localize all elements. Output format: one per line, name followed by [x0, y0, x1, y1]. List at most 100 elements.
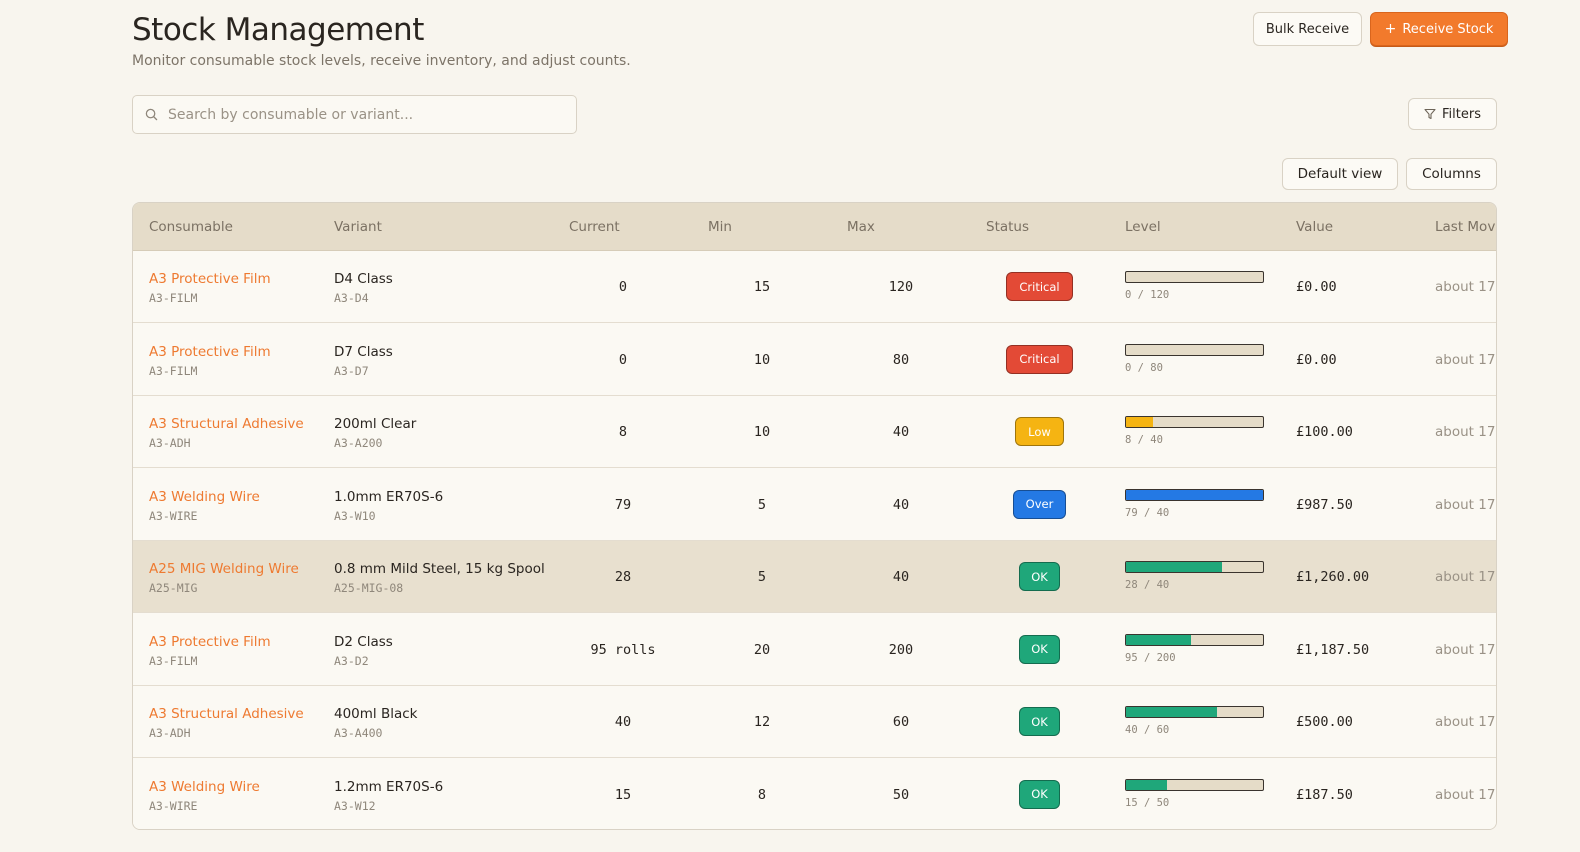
table-row[interactable]: A3 Protective Film A3-FILM D2 Class A3-D2 95…	[133, 613, 1496, 686]
max-count: 200	[888, 641, 914, 658]
min-count: 8	[757, 786, 767, 803]
stock-value: £100.00	[1296, 424, 1353, 440]
consumable-link[interactable]: A3 Protective Film	[149, 271, 271, 287]
variant-code: A3-D2	[334, 653, 369, 668]
column-header-min[interactable]: Min	[708, 219, 732, 235]
consumable-code: A3-FILM	[149, 291, 198, 305]
plus-icon: +	[1384, 21, 1397, 37]
stock-value: £500.00	[1296, 714, 1353, 730]
table-row[interactable]: A3 Welding Wire A3-WIRE 1.2mm ER70S-6 A3-W1…	[133, 758, 1496, 829]
column-header-level[interactable]: Level	[1125, 219, 1161, 235]
current-count: 0	[618, 351, 628, 368]
column-header-value[interactable]: Value	[1296, 219, 1333, 235]
variant-name: D7 Class	[334, 343, 393, 360]
consumable-code: A3-ADH	[149, 726, 191, 740]
level-bar-fill	[1126, 489, 1263, 500]
max-count: 50	[892, 786, 910, 803]
level-bar-fill	[1126, 417, 1154, 427]
variant-code: A3-W12	[334, 798, 376, 813]
table-row[interactable]: A3 Protective Film A3-FILM D7 Class A3-D7 0 1…	[133, 323, 1496, 396]
status-badge: OK	[1019, 707, 1060, 736]
column-header-current[interactable]: Current	[569, 219, 620, 235]
min-count: 12	[753, 714, 771, 730]
min-count: 15	[753, 279, 771, 295]
table-row[interactable]: A3 Welding Wire A3-WIRE 1.0mm ER70S-6 A3-W1…	[133, 468, 1496, 541]
last-movement: about 17	[1435, 569, 1496, 585]
level-text: 79 / 40	[1125, 506, 1170, 519]
search-input[interactable]	[168, 106, 548, 123]
variant-name: D2 Class	[334, 633, 393, 650]
consumable-link[interactable]: A3 Structural Adhesive	[149, 706, 304, 722]
level-bar	[1125, 561, 1264, 573]
level-text: 0 / 80	[1125, 361, 1163, 374]
current-count: 8	[618, 424, 628, 440]
consumable-code: A3-WIRE	[149, 508, 198, 523]
consumable-code: A3-FILM	[149, 653, 198, 668]
table-row[interactable]: A3 Structural Adhesive A3-ADH 200ml Clear A…	[133, 396, 1496, 468]
stock-value: £187.50	[1296, 786, 1353, 803]
variant-code: A3-A400	[334, 726, 383, 740]
table-row[interactable]: A25 MIG Welding Wire A25-MIG 0.8 mm Mild S…	[133, 541, 1496, 613]
max-count: 60	[892, 714, 910, 730]
level-bar	[1125, 343, 1264, 356]
default-view-label: Default view	[1297, 166, 1383, 182]
level-text: 28 / 40	[1125, 579, 1170, 591]
stock-value: £0.00	[1296, 279, 1337, 295]
current-count: 40	[614, 714, 632, 730]
consumable-code: A3-ADH	[149, 436, 191, 450]
level-bar-fill	[1126, 562, 1222, 572]
filters-label: Filters	[1442, 106, 1481, 122]
stock-table: Consumable Variant Current Min Max Statu…	[132, 202, 1497, 830]
max-count: 40	[892, 569, 910, 585]
level-bar	[1125, 706, 1264, 718]
receive-stock-label: Receive Stock	[1402, 21, 1494, 37]
consumable-link[interactable]: A3 Protective Film	[149, 634, 271, 650]
table-row[interactable]: A3 Protective Film A3-FILM D4 Class A3-D4 0 1…	[133, 251, 1496, 323]
table-row[interactable]: A3 Structural Adhesive A3-ADH 400ml Black A…	[133, 686, 1496, 758]
consumable-link[interactable]: A3 Protective Film	[149, 344, 271, 360]
stock-value: £0.00	[1296, 351, 1337, 368]
column-header-last-move[interactable]: Last Move	[1435, 219, 1496, 235]
level-bar	[1125, 633, 1264, 646]
variant-name: D4 Class	[334, 271, 393, 287]
stock-value: £987.50	[1296, 496, 1353, 513]
filter-icon	[1424, 108, 1436, 120]
filters-button[interactable]: Filters	[1408, 98, 1497, 130]
columns-button[interactable]: Columns	[1406, 158, 1497, 190]
level-text: 0 / 120	[1125, 289, 1170, 301]
bulk-receive-button[interactable]: Bulk Receive	[1253, 12, 1362, 46]
page-title: Stock Management	[132, 12, 424, 48]
consumable-link[interactable]: A25 MIG Welding Wire	[149, 561, 299, 577]
variant-name: 1.0mm ER70S-6	[334, 488, 444, 505]
level-text: 8 / 40	[1125, 434, 1163, 446]
level-text: 40 / 60	[1125, 724, 1170, 736]
max-count: 40	[892, 496, 910, 513]
default-view-button[interactable]: Default view	[1282, 158, 1398, 190]
current-count: 95 rolls	[590, 641, 656, 658]
level-bar-fill	[1126, 634, 1192, 645]
consumable-link[interactable]: A3 Welding Wire	[149, 489, 260, 505]
column-header-status[interactable]: Status	[986, 219, 1029, 235]
variant-code: A25-MIG-08	[334, 581, 404, 595]
current-count: 0	[618, 279, 628, 295]
last-movement: about 17	[1435, 496, 1496, 513]
min-count: 10	[753, 424, 771, 440]
consumable-link[interactable]: A3 Structural Adhesive	[149, 416, 304, 432]
column-header-variant[interactable]: Variant	[334, 219, 382, 235]
variant-code: A3-D4	[334, 291, 369, 305]
last-movement: about 17	[1435, 714, 1496, 730]
consumable-link[interactable]: A3 Welding Wire	[149, 779, 260, 795]
last-movement: about 17	[1435, 641, 1496, 658]
column-header-max[interactable]: Max	[847, 219, 875, 235]
receive-stock-button[interactable]: + Receive Stock	[1370, 12, 1508, 46]
status-badge: Over	[1013, 489, 1066, 519]
max-count: 120	[888, 279, 914, 295]
last-movement: about 17	[1435, 786, 1496, 803]
min-count: 5	[757, 496, 767, 513]
variant-name: 200ml Clear	[334, 416, 417, 432]
current-count: 79	[614, 496, 632, 513]
level-bar	[1125, 271, 1264, 283]
current-count: 28	[614, 569, 632, 585]
level-bar	[1125, 416, 1264, 428]
column-header-consumable[interactable]: Consumable	[149, 219, 233, 235]
